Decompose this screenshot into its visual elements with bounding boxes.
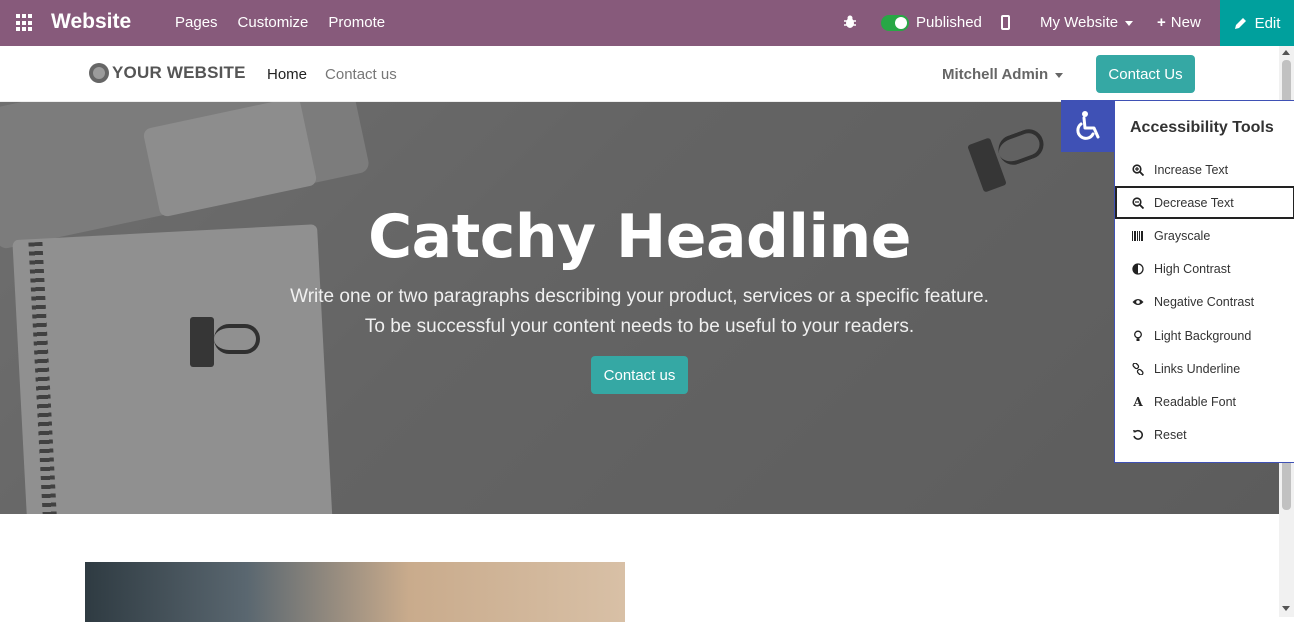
content-image — [85, 562, 625, 622]
a11y-label: Reset — [1154, 428, 1187, 443]
accessibility-tools-list: Increase Text Decrease Text Grayscale Hi… — [1115, 153, 1294, 452]
hero-line-2: To be successful your content needs to b… — [364, 316, 915, 337]
a11y-readable-font[interactable]: A Readable Font — [1115, 385, 1294, 418]
a11y-label: Grayscale — [1154, 228, 1211, 243]
nav-contact[interactable]: Contact us — [325, 66, 397, 83]
a11y-light-background[interactable]: Light Background — [1115, 319, 1294, 352]
eye-icon — [1132, 299, 1144, 306]
scroll-up-arrow-icon[interactable] — [1282, 50, 1290, 55]
menu-promote[interactable]: Promote — [328, 14, 385, 31]
a11y-increase-text[interactable]: Increase Text — [1115, 153, 1294, 186]
a11y-label: Decrease Text — [1154, 195, 1234, 210]
globe-icon — [89, 63, 109, 83]
zoom-in-icon — [1132, 163, 1144, 176]
a11y-high-contrast[interactable]: High Contrast — [1115, 253, 1294, 286]
hero-line-1: Write one or two paragraphs describing y… — [290, 286, 989, 307]
hero-section: Catchy Headline Write one or two paragra… — [0, 102, 1279, 514]
edit-button-label: Edit — [1254, 14, 1281, 32]
a11y-label: Increase Text — [1154, 162, 1229, 177]
menu-pages[interactable]: Pages — [175, 14, 218, 31]
published-label[interactable]: Published — [916, 14, 982, 31]
plus-icon: + — [1157, 14, 1166, 31]
website-selector[interactable]: My Website — [1040, 14, 1134, 31]
a11y-reset[interactable]: Reset — [1115, 419, 1294, 452]
website-selector-label: My Website — [1040, 14, 1119, 31]
contrast-icon — [1132, 263, 1144, 275]
a11y-label: Negative Contrast — [1154, 295, 1255, 310]
a11y-grayscale[interactable]: Grayscale — [1115, 219, 1294, 252]
new-button[interactable]: + New — [1157, 14, 1201, 31]
app-title[interactable]: Website — [51, 10, 131, 34]
menu-customize[interactable]: Customize — [238, 14, 309, 31]
pencil-icon — [1234, 17, 1246, 29]
bug-icon[interactable] — [842, 14, 858, 30]
reset-icon — [1133, 430, 1143, 440]
content-section — [0, 514, 1279, 622]
link-icon — [1132, 362, 1144, 375]
site-nav: Home Contact us — [267, 66, 397, 83]
admin-menu: Pages Customize Promote — [175, 14, 385, 31]
hero-headline: Catchy Headline — [368, 202, 911, 272]
accessibility-toggle-button[interactable] — [1061, 100, 1115, 152]
mobile-preview-icon[interactable] — [1001, 15, 1010, 30]
user-name: Mitchell Admin — [942, 66, 1049, 83]
lightbulb-icon — [1134, 330, 1142, 341]
chevron-down-icon — [1125, 20, 1134, 26]
wheelchair-icon — [1076, 111, 1100, 140]
hero-description: Write one or two paragraphs describing y… — [0, 282, 1279, 342]
site-header: YOUR WEBSITE Home Contact us Mitchell Ad… — [0, 46, 1279, 102]
a11y-label: High Contrast — [1154, 262, 1231, 277]
font-icon: A — [1133, 394, 1143, 409]
user-menu[interactable]: Mitchell Admin — [942, 66, 1064, 83]
accessibility-panel: Accessibility Tools Increase Text Decrea… — [1114, 100, 1294, 463]
apps-grid-icon[interactable] — [16, 14, 34, 32]
a11y-label: Light Background — [1154, 328, 1252, 343]
a11y-label: Readable Font — [1154, 394, 1237, 409]
hero-contact-button[interactable]: Contact us — [591, 356, 688, 394]
edit-button[interactable]: Edit — [1220, 0, 1294, 46]
chevron-down-icon — [1055, 72, 1064, 78]
a11y-decrease-text[interactable]: Decrease Text — [1115, 186, 1294, 220]
nav-home[interactable]: Home — [267, 66, 307, 83]
site-logo[interactable]: YOUR WEBSITE — [89, 63, 246, 83]
contact-us-button[interactable]: Contact Us — [1096, 55, 1195, 93]
admin-bar: Website Pages Customize Promote Publishe… — [0, 0, 1294, 46]
zoom-out-icon — [1132, 197, 1144, 209]
new-button-label: New — [1170, 14, 1201, 31]
a11y-links-underline[interactable]: Links Underline — [1115, 352, 1294, 385]
published-toggle[interactable] — [881, 15, 909, 31]
accessibility-title: Accessibility Tools — [1130, 119, 1274, 136]
a11y-negative-contrast[interactable]: Negative Contrast — [1115, 286, 1294, 319]
scroll-down-arrow-icon[interactable] — [1282, 606, 1290, 611]
logo-text: YOUR WEBSITE — [112, 63, 246, 82]
barcode-icon — [1132, 230, 1143, 241]
a11y-label: Links Underline — [1154, 361, 1241, 376]
